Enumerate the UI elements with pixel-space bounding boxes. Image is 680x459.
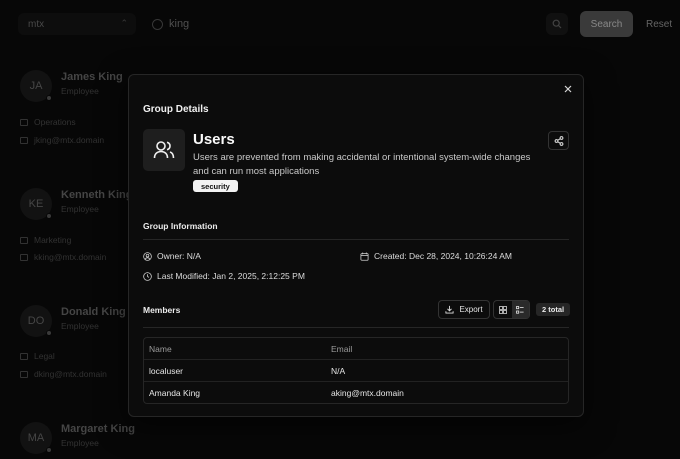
column-header-email: Email bbox=[331, 343, 353, 354]
divider bbox=[143, 239, 569, 240]
export-label: Export bbox=[459, 305, 483, 314]
member-name: Amanda King bbox=[149, 388, 201, 398]
list-view-icon bbox=[516, 305, 524, 314]
close-icon bbox=[564, 85, 572, 93]
owner-info: Owner: N/A bbox=[143, 251, 201, 261]
user-icon bbox=[143, 251, 152, 261]
members-table: Name Email localuser N/A Amanda King aki… bbox=[143, 337, 569, 404]
share-button[interactable] bbox=[548, 131, 569, 150]
share-icon bbox=[554, 135, 563, 146]
owner-text: Owner: N/A bbox=[157, 251, 201, 261]
table-row[interactable]: Amanda King aking@mtx.domain bbox=[144, 382, 568, 403]
view-toggle bbox=[493, 300, 530, 319]
members-heading: Members bbox=[143, 305, 181, 315]
list-view-button[interactable] bbox=[511, 301, 529, 318]
group-tag: security bbox=[193, 180, 238, 192]
group-avatar bbox=[143, 129, 185, 171]
clock-icon bbox=[143, 271, 152, 281]
table-header-row: Name Email bbox=[144, 338, 568, 360]
last-modified-text: Last Modified: Jan 2, 2025, 2:12:25 PM bbox=[157, 271, 305, 281]
calendar-icon bbox=[360, 252, 369, 261]
export-button[interactable]: Export bbox=[438, 300, 490, 319]
created-text: Created: Dec 28, 2024, 10:26:24 AM bbox=[374, 251, 512, 261]
group-name: Users bbox=[193, 131, 235, 148]
member-email: aking@mtx.domain bbox=[331, 388, 404, 398]
close-button[interactable] bbox=[562, 83, 574, 95]
grid-view-icon bbox=[498, 305, 507, 314]
download-icon bbox=[445, 305, 454, 314]
member-email: N/A bbox=[331, 365, 346, 376]
table-row[interactable]: localuser N/A bbox=[144, 360, 568, 382]
member-name: localuser bbox=[149, 365, 184, 376]
divider bbox=[143, 327, 569, 328]
users-icon bbox=[153, 141, 175, 159]
column-header-name: Name bbox=[149, 343, 172, 354]
group-information-heading: Group Information bbox=[143, 221, 218, 231]
group-details-modal: Group Details Users Users are prevented … bbox=[128, 74, 584, 417]
group-description: Users are prevented from making accident… bbox=[193, 152, 531, 177]
modal-title: Group Details bbox=[143, 104, 209, 115]
created-info: Created: Dec 28, 2024, 10:26:24 AM bbox=[360, 251, 512, 261]
grid-view-button[interactable] bbox=[494, 301, 512, 318]
members-total-badge: 2 total bbox=[536, 303, 571, 316]
last-modified-info: Last Modified: Jan 2, 2025, 2:12:25 PM bbox=[143, 271, 305, 281]
